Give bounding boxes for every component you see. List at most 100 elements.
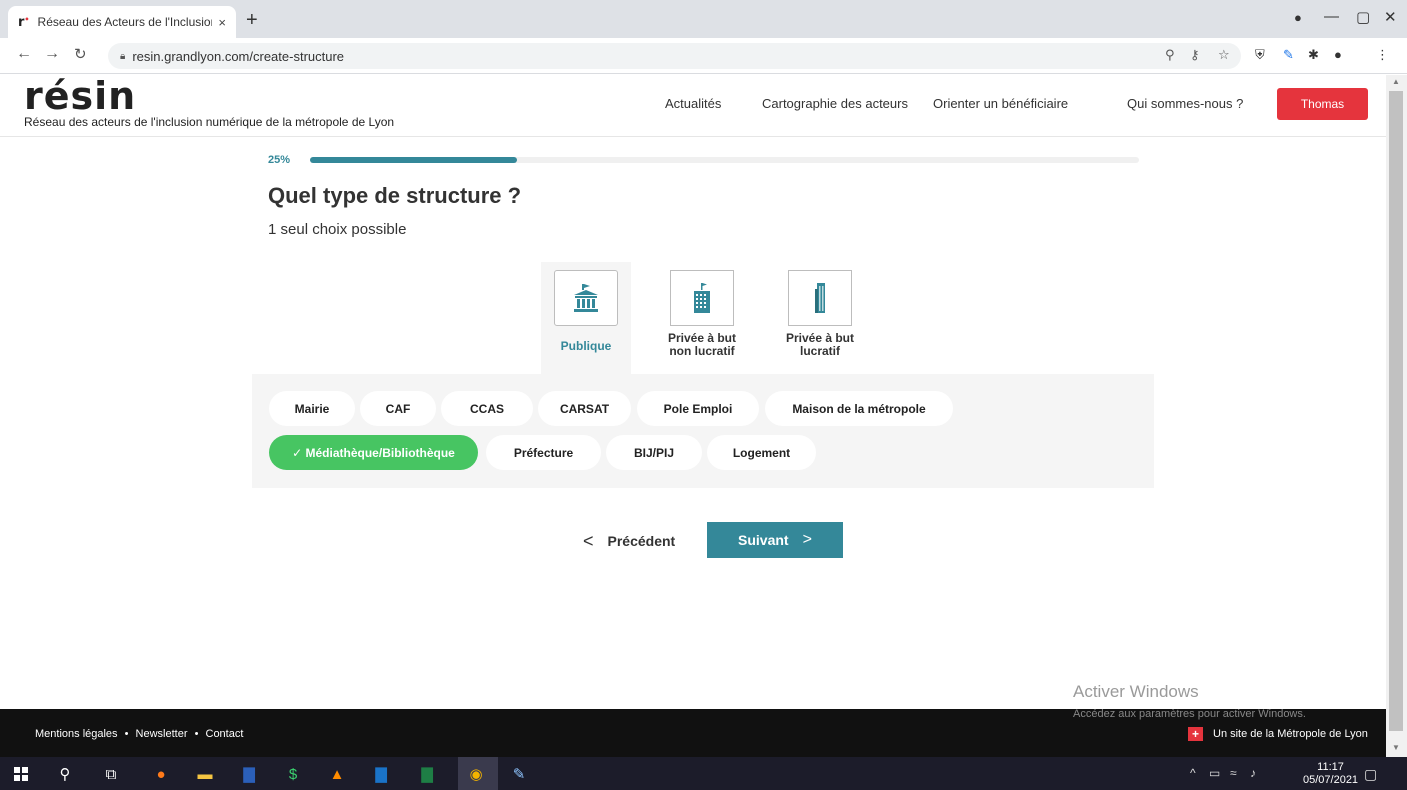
- nav-actualites[interactable]: Actualités: [665, 96, 721, 111]
- tray-chevron-icon[interactable]: ^: [1190, 766, 1196, 780]
- footer-links: Mentions légales • Newsletter • Contact: [35, 728, 247, 740]
- outlook-icon[interactable]: ▇: [372, 765, 390, 783]
- footer-link-newsletter[interactable]: Newsletter: [136, 728, 188, 740]
- url-text: resin.grandlyon.com/create-structure: [132, 48, 345, 64]
- lock-icon: 🔒︎: [120, 50, 126, 62]
- windows-activation-subtitle: Accédez aux paramètres pour activer Wind…: [1073, 708, 1306, 720]
- scrollbar-thumb[interactable]: [1389, 91, 1403, 731]
- progress-label: 25%: [268, 154, 291, 166]
- profile-avatar-icon[interactable]: ●: [1334, 47, 1342, 62]
- vlc-icon[interactable]: ▲: [328, 765, 346, 783]
- metropole-link[interactable]: + Un site de la Métropole de Lyon: [1188, 727, 1368, 741]
- metropole-label: Un site de la Métropole de Lyon: [1213, 728, 1368, 740]
- forward-arrow-icon[interactable]: →: [44, 45, 60, 63]
- type-card-publique[interactable]: Publique: [541, 262, 631, 374]
- excel-icon[interactable]: ▇: [418, 765, 436, 783]
- windows-start-icon[interactable]: [12, 765, 30, 783]
- new-tab-button[interactable]: +: [246, 10, 258, 30]
- nav-cartographie[interactable]: Cartographie des acteurs: [762, 96, 908, 111]
- browser-tab[interactable]: r• Réseau des Acteurs de l'Inclusion ×: [8, 6, 236, 38]
- star-icon[interactable]: ☆: [1218, 47, 1230, 63]
- next-button[interactable]: Suivant >: [707, 522, 843, 558]
- back-arrow-icon[interactable]: ←: [16, 45, 32, 63]
- footer-separator: •: [124, 728, 129, 740]
- battery-icon[interactable]: ▭: [1209, 766, 1220, 780]
- maximize-button[interactable]: ▢: [1356, 8, 1370, 26]
- pen-extension-icon[interactable]: ✎: [1283, 47, 1294, 63]
- logo-text: résin: [24, 74, 137, 118]
- wifi-icon[interactable]: ≈: [1230, 766, 1237, 780]
- word-icon[interactable]: ▇: [240, 765, 258, 783]
- page-title: Quel type de structure ?: [268, 183, 522, 208]
- scroll-up-icon[interactable]: ▲: [1392, 77, 1400, 86]
- system-clock[interactable]: 11:17 05/07/2021: [1303, 761, 1358, 787]
- type-label: Publique: [560, 339, 612, 353]
- close-window-button[interactable]: ✕: [1384, 8, 1397, 26]
- chevron-left-icon: <: [583, 530, 594, 551]
- menu-dots-icon[interactable]: ⋮: [1376, 47, 1389, 63]
- tab-title: Réseau des Acteurs de l'Inclusion: [37, 15, 213, 29]
- site-tagline: Réseau des acteurs de l'inclusion numéri…: [24, 115, 395, 129]
- scroll-down-icon[interactable]: ▼: [1392, 743, 1400, 752]
- choice-hint: 1 seul choix possible: [268, 221, 407, 238]
- progress-bar: [310, 157, 1139, 163]
- reload-icon[interactable]: ↻: [74, 45, 87, 63]
- type-card-lucratif[interactable]: Privée à but lucratif: [775, 262, 865, 374]
- user-account-button[interactable]: Thomas: [1277, 88, 1368, 120]
- institution-icon: [554, 270, 618, 326]
- tag-logement[interactable]: Logement: [707, 435, 816, 470]
- clock-date: 05/07/2021: [1303, 774, 1359, 786]
- paint-icon[interactable]: ✎: [510, 765, 528, 783]
- volume-icon[interactable]: ♪: [1250, 766, 1256, 780]
- nav-orienter[interactable]: Orienter un bénéficiaire: [933, 96, 1068, 111]
- tag-maison-metropole[interactable]: Maison de la métropole: [765, 391, 953, 426]
- tag-mairie[interactable]: Mairie: [269, 391, 355, 426]
- address-bar[interactable]: 🔒︎ resin.grandlyon.com/create-structure: [108, 43, 1241, 69]
- chrome-icon[interactable]: ◉: [467, 765, 485, 783]
- tag-carsat[interactable]: CARSAT: [538, 391, 631, 426]
- windows-taskbar: ⚲ ⧉ ● ▬ ▇ $ ▲ ▇ ▇ ◉ ✎ ^ ▭ ≈ ♪ 11:17 05/0…: [0, 757, 1407, 790]
- previous-button[interactable]: < Précédent: [583, 523, 675, 559]
- site-favicon-icon: r•: [18, 14, 30, 30]
- dollar-app-icon[interactable]: $: [284, 765, 302, 783]
- browser-tabstrip: r• Réseau des Acteurs de l'Inclusion × +…: [0, 0, 1407, 38]
- profile-dot-icon[interactable]: ●: [1294, 10, 1302, 25]
- puzzle-extension-icon[interactable]: ✱: [1308, 47, 1319, 63]
- site-footer: Accédez aux paramètres pour activer Wind…: [0, 708, 1386, 757]
- site-logo[interactable]: résin: [24, 77, 136, 115]
- page-content: résin Réseau des acteurs de l'inclusion …: [0, 75, 1386, 709]
- metropole-cross-icon: +: [1188, 727, 1203, 741]
- tag-caf[interactable]: CAF: [360, 391, 436, 426]
- type-label: Privée à but lucratif: [785, 331, 855, 358]
- notifications-icon[interactable]: ▢: [1364, 766, 1377, 783]
- tag-mediatheque-selected[interactable]: ✓ Médiathèque/Bibliothèque: [269, 435, 478, 470]
- windows-activation-title: Activer Windows: [1073, 682, 1199, 701]
- type-card-non-lucratif[interactable]: Privée à but non lucratif: [657, 262, 747, 374]
- footer-separator: •: [194, 728, 199, 740]
- tag-pole-emploi[interactable]: Pole Emploi: [637, 391, 759, 426]
- tab-close-icon[interactable]: ×: [218, 15, 226, 30]
- tag-bij-pij[interactable]: BIJ/PIJ: [606, 435, 702, 470]
- key-icon[interactable]: ⚷: [1190, 47, 1200, 63]
- tag-ccas[interactable]: CCAS: [441, 391, 533, 426]
- next-label: Suivant: [738, 532, 789, 548]
- structure-subtypes-panel: Mairie CAF CCAS CARSAT Pole Emploi Maiso…: [252, 374, 1154, 488]
- task-view-icon[interactable]: ⧉: [102, 765, 120, 783]
- firefox-icon[interactable]: ●: [152, 765, 170, 783]
- nav-qui-sommes-nous[interactable]: Qui sommes-nous ?: [1127, 96, 1243, 111]
- site-header: résin Réseau des acteurs de l'inclusion …: [0, 75, 1386, 137]
- chevron-right-icon: >: [802, 531, 812, 548]
- minimize-button[interactable]: —: [1324, 8, 1339, 25]
- file-explorer-icon[interactable]: ▬: [196, 765, 214, 783]
- footer-link-contact[interactable]: Contact: [206, 728, 244, 740]
- location-icon[interactable]: ⚲: [1165, 47, 1175, 63]
- page-scrollbar[interactable]: ▲ ▼: [1386, 75, 1407, 760]
- skyscraper-icon: [788, 270, 852, 326]
- type-label: Privée à but non lucratif: [667, 331, 737, 358]
- search-icon[interactable]: ⚲: [56, 765, 74, 783]
- building-icon: [670, 270, 734, 326]
- shield-extension-icon[interactable]: ⛨: [1255, 47, 1265, 63]
- footer-link-mentions[interactable]: Mentions légales: [35, 728, 118, 740]
- browser-toolbar: ← → ↻ 🔒︎ resin.grandlyon.com/create-stru…: [0, 38, 1407, 74]
- tag-prefecture[interactable]: Préfecture: [486, 435, 601, 470]
